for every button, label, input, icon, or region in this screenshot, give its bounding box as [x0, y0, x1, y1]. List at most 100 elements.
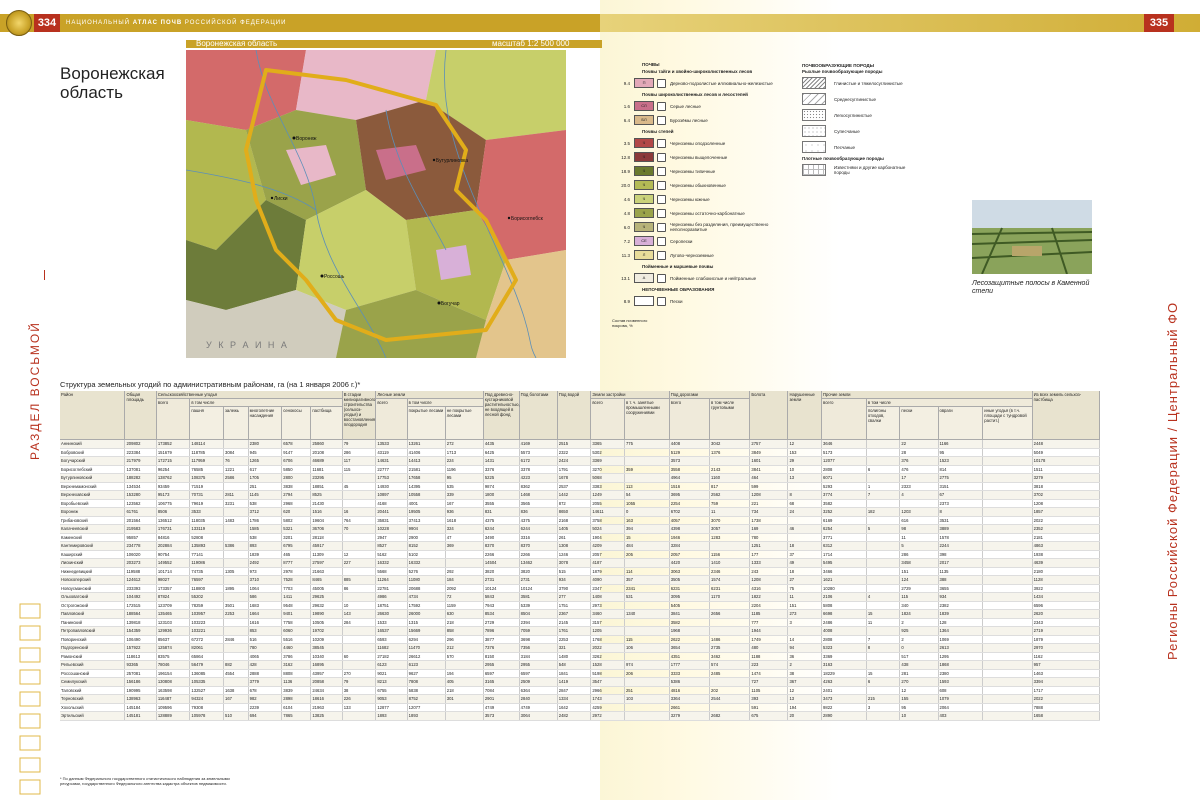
table-cell: 2022	[1032, 694, 1101, 704]
table-cell	[866, 558, 901, 568]
table-cell: 616	[899, 516, 939, 525]
table-cell	[342, 592, 377, 602]
table-cell: 1376	[709, 448, 751, 457]
table-cell: 2382	[938, 601, 984, 610]
table-cell	[982, 592, 1033, 602]
table-cell: 2022	[1032, 516, 1101, 525]
table-cell: 775	[624, 439, 670, 449]
table-cell: 26630	[375, 609, 408, 619]
table-cell: 5405	[669, 601, 711, 610]
table-cell: 2168	[557, 516, 592, 525]
table-cell: 37413	[407, 516, 446, 525]
rock-legend: ПОЧВООБРАЗУЮЩИЕ ПОРОДЫ Рыхлые почвообраз…	[802, 62, 922, 178]
table-cell: 3365	[590, 439, 625, 449]
table-cell: 1938	[1032, 550, 1101, 559]
table-cell: 1791	[557, 465, 592, 474]
table-row: Петропавловский 154359 129936 103221 853 6060…	[60, 626, 1101, 636]
table-cell: 90754	[156, 550, 191, 559]
table-cell: 5129	[669, 448, 711, 457]
table-footnote: * По данным Федерального государственног…	[60, 776, 230, 786]
table-cell: 1055	[624, 499, 670, 508]
table-cell: 4223	[519, 473, 558, 483]
col-forest-covered: покрытые лесами	[407, 406, 446, 440]
table-cell: 2	[899, 618, 939, 627]
table-cell: 1486	[709, 635, 751, 644]
table-cell: 55202	[189, 592, 224, 602]
table-cell	[709, 456, 751, 466]
table-cell: 167	[223, 694, 249, 704]
table-cell: 68	[787, 499, 823, 508]
rock-label: Среднесуглинистые	[834, 96, 876, 102]
rock-legend-item: Известняки и другие карбонатные породы	[802, 162, 922, 178]
table-cell: 1474	[749, 669, 789, 678]
table-cell: 4420	[669, 558, 711, 568]
table-cell: 6231	[669, 584, 711, 593]
table-cell: 2380	[938, 669, 984, 678]
table-cell: 3818	[1032, 482, 1101, 491]
table-cell	[342, 490, 377, 500]
district-name-cell: Бобровский	[60, 448, 126, 457]
table-cell: 1	[866, 482, 901, 491]
table-cell: 3779	[248, 677, 283, 687]
table-cell	[982, 643, 1033, 653]
table-cell: 4209	[590, 541, 625, 551]
table-cell: 2613	[938, 643, 984, 653]
table-cell: 7758	[281, 618, 312, 627]
table-cell: 117959	[189, 456, 224, 466]
table-cell: 2143	[709, 465, 751, 474]
table-row: Таловский 190995 163598 132527 1638 678 3839 24…	[60, 686, 1101, 695]
table-cell: 138762	[156, 473, 191, 483]
table-cell: 1824	[899, 609, 939, 619]
table-cell: 194	[445, 669, 484, 678]
legend-percent: 6.4	[623, 117, 630, 123]
composition-note: Состав почвенного покрова, %	[612, 318, 648, 328]
legend-symbol-icon	[657, 166, 666, 176]
table-cell: 630	[445, 609, 484, 619]
table-cell: 3790	[557, 584, 592, 593]
district-name-cell: Воронеж	[60, 507, 126, 517]
running-head-right: РОССИЙСКОЙ ФЕДЕРАЦИИ	[184, 20, 287, 26]
table-cell: 2106	[821, 592, 867, 602]
table-row: Бобровский 223384 151679 118785 3084 945 9147 2…	[60, 448, 1101, 457]
table-cell: 14413	[407, 456, 446, 466]
table-cell: 201564	[124, 516, 157, 525]
table-cell: 272	[445, 439, 484, 449]
col-agri-incl: в том числе	[189, 398, 343, 407]
col-pasture: пастбища	[310, 406, 343, 440]
table-cell: 9021	[375, 669, 408, 678]
table-cell: 1069	[938, 635, 984, 644]
table-cell: 1221	[223, 465, 249, 474]
table-cell: 12	[787, 686, 823, 695]
table-cell: 1188	[749, 652, 789, 661]
table-cell: 7059	[519, 626, 558, 636]
table-cell	[223, 618, 249, 627]
legend-title: ПОЧВЫ	[642, 62, 660, 67]
district-name-cell: Каменский	[60, 533, 126, 542]
land-use-table: Район Общая площадь Сельскохозяйственные…	[60, 391, 1101, 721]
table-cell: 1410	[709, 558, 751, 568]
table-cell: 1738	[749, 516, 789, 525]
table-cell: 3771	[821, 533, 867, 542]
legend-symbol-icon	[657, 138, 666, 148]
table-cell: 67272	[189, 635, 224, 644]
table-cell: 84816	[156, 533, 191, 542]
district-name-cell: Подгоренский	[60, 643, 126, 653]
table-cell: 20	[787, 711, 823, 721]
table-cell: 25860	[310, 439, 343, 449]
table-cell: 1308	[557, 541, 592, 551]
table-cell	[866, 660, 901, 670]
col-other-incl: в том числе	[866, 398, 1033, 407]
legend-symbol-icon	[657, 250, 666, 260]
col-swamp: Под болотами	[519, 391, 558, 440]
legend-group-header: Почвы тайги и хвойно-широколиственных ле…	[642, 69, 753, 74]
table-cell: 885	[342, 575, 377, 585]
col-roads: Под дорогами	[669, 391, 751, 399]
table-cell: 2800	[281, 473, 312, 483]
table-cell	[982, 703, 1033, 712]
table-cell: 3460	[590, 609, 625, 619]
table-cell: 1751	[557, 601, 592, 610]
table-cell: 2266	[483, 550, 520, 559]
legend-item: 6.0 Ч Черноземы без разделения, преимущест…	[612, 220, 802, 234]
table-cell: 5573	[519, 448, 558, 457]
table-cell	[709, 703, 751, 712]
